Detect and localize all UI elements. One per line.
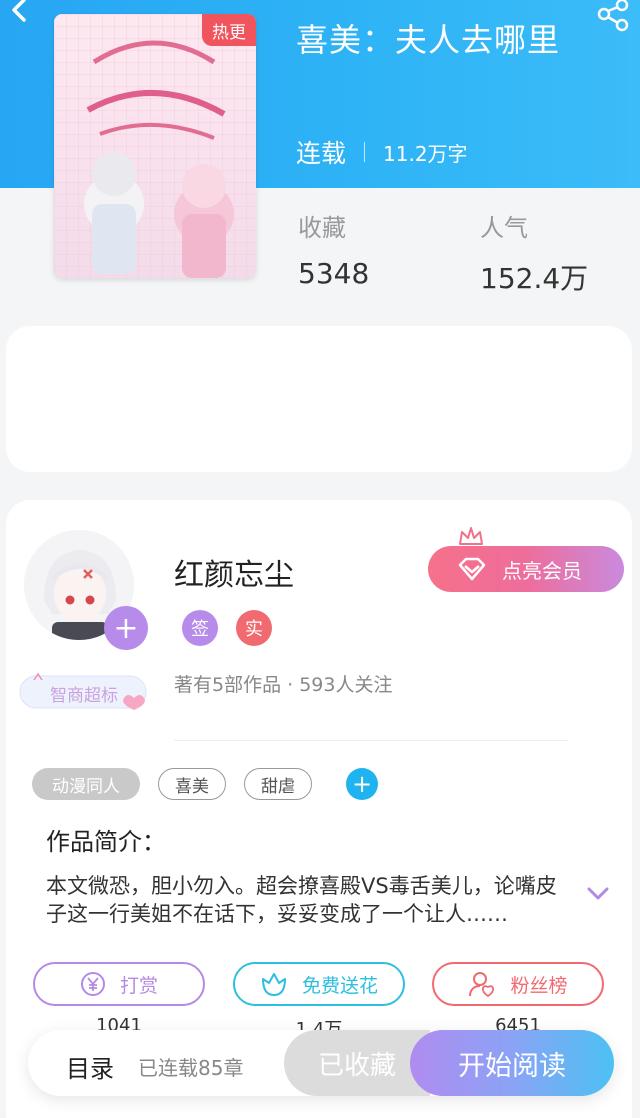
author-name[interactable]: 红颜忘尘 bbox=[174, 550, 294, 594]
plus-icon: + bbox=[351, 770, 373, 798]
fan-rank-label: 粉丝榜 bbox=[510, 974, 568, 997]
meta-divider bbox=[364, 142, 366, 162]
book-cover[interactable]: 热更 bbox=[54, 14, 256, 278]
share-icon bbox=[597, 0, 629, 32]
collect-stat: 收藏 5348 bbox=[298, 208, 369, 290]
hot-update-badge: 热更 bbox=[202, 14, 256, 46]
send-flower-label: 免费送花 bbox=[301, 974, 378, 997]
intro-text: 本文微恐，胆小勿入。超会撩喜殿VS毒舌美儿，论嘴皮子这一行美姐不在话下，妥妥变成… bbox=[46, 874, 557, 926]
toc-button[interactable]: 目录 bbox=[66, 1049, 114, 1084]
chevron-left-icon bbox=[12, 0, 26, 22]
share-button[interactable] bbox=[594, 0, 634, 34]
add-tag-button[interactable]: + bbox=[346, 768, 378, 800]
author-sticker: 智商超标 bbox=[16, 672, 150, 712]
fan-user-icon bbox=[469, 972, 495, 998]
send-flower-button[interactable]: 免费送花 bbox=[233, 962, 405, 1006]
stat-label: 人气 bbox=[480, 214, 528, 242]
tag-item[interactable]: 动漫同人 bbox=[32, 768, 140, 800]
start-reading-button[interactable]: 开始阅读 bbox=[410, 1030, 614, 1096]
chevron-down-icon[interactable] bbox=[586, 886, 610, 902]
reward-button[interactable]: 打赏 bbox=[33, 962, 205, 1006]
stat-value: 152.4万 bbox=[480, 262, 589, 295]
fan-rank-button[interactable]: 粉丝榜 bbox=[432, 962, 604, 1006]
blank-card bbox=[6, 326, 632, 472]
crown-icon bbox=[459, 527, 483, 545]
follow-button[interactable]: + bbox=[104, 606, 148, 650]
flower-icon bbox=[261, 973, 286, 996]
signed-badge: 签 bbox=[182, 610, 218, 646]
word-count: 11.2万字 bbox=[383, 141, 468, 166]
book-title: 喜美：夫人去哪里 bbox=[296, 21, 561, 59]
chapter-count[interactable]: 已连载85章 bbox=[138, 1052, 243, 1081]
vip-label: 点亮会员 bbox=[502, 558, 582, 583]
tag-item[interactable]: 喜美 bbox=[158, 768, 226, 800]
book-meta: 连载 11.2万字 bbox=[296, 134, 468, 170]
stat-label: 收藏 bbox=[298, 214, 346, 242]
collected-button[interactable]: 已收藏 bbox=[284, 1030, 430, 1096]
verified-badge: 实 bbox=[236, 610, 272, 646]
intro-title: 作品简介： bbox=[46, 828, 166, 856]
back-button[interactable] bbox=[6, 0, 30, 24]
author-stats: 著有5部作品 · 593人关注 bbox=[174, 674, 393, 696]
plus-icon: + bbox=[113, 610, 139, 646]
stat-value: 5348 bbox=[298, 257, 370, 290]
reward-label: 打赏 bbox=[119, 974, 158, 997]
divider bbox=[174, 740, 568, 741]
bottom-action-bar: 目录 已连载85章 已收藏 开始阅读 bbox=[28, 1030, 614, 1096]
cover-illustration bbox=[54, 14, 256, 278]
serial-status: 连载 bbox=[296, 139, 347, 168]
tag-item[interactable]: 甜虐 bbox=[244, 768, 312, 800]
yen-coin-icon bbox=[80, 972, 105, 996]
popularity-stat: 人气 152.4万 bbox=[480, 208, 588, 297]
diamond-icon bbox=[458, 557, 486, 581]
sticker-text: 智商超标 bbox=[50, 686, 118, 706]
vip-button[interactable]: 点亮会员 bbox=[428, 546, 624, 592]
